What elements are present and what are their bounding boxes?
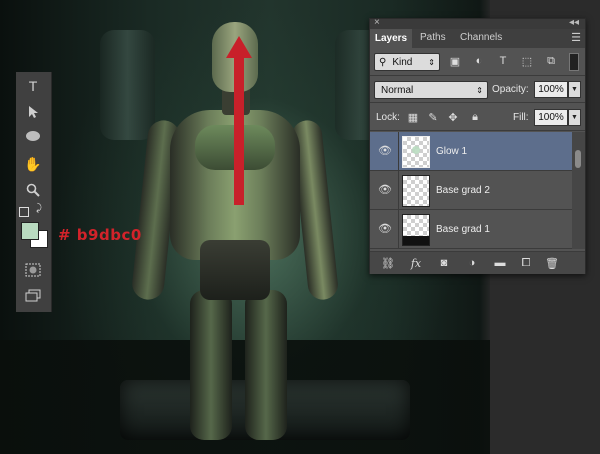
- lock-position-icon[interactable]: ✥: [446, 110, 460, 124]
- link-icon[interactable]: ⛓︎: [380, 256, 396, 270]
- lock-row: Lock: ▦ ✎ ✥ 🔒︎ Fill: 100% ▼: [370, 105, 585, 129]
- lock-image-icon[interactable]: ✎: [426, 110, 440, 124]
- tab-channels[interactable]: Channels: [460, 32, 502, 43]
- layer-thumbnail: [402, 214, 430, 246]
- layer-name[interactable]: Base grad 1: [436, 224, 490, 235]
- search-icon: ⚲: [379, 56, 387, 68]
- blend-mode-value: Normal: [381, 84, 414, 96]
- adjustment-filter-icon[interactable]: ◐: [472, 54, 486, 68]
- visibility-column: 👁︎: [370, 171, 399, 209]
- zoom-icon[interactable]: [22, 180, 44, 200]
- tab-paths[interactable]: Paths: [420, 32, 446, 43]
- chevron-updown-icon: ⇕: [428, 57, 435, 67]
- gradient-preview: [403, 236, 429, 245]
- layer-row-base-grad-1[interactable]: 👁︎ Base grad 1: [370, 210, 572, 249]
- opacity-input[interactable]: 100%: [534, 81, 568, 98]
- panel-title-bar[interactable]: × ◂◂: [370, 17, 585, 29]
- new-layer-icon[interactable]: ⧠: [518, 256, 534, 270]
- smart-object-filter-icon[interactable]: ⧉: [544, 54, 558, 68]
- type-icon[interactable]: T: [22, 76, 44, 96]
- filter-toggle-switch[interactable]: [569, 53, 579, 71]
- background-cylinder-left: [100, 30, 155, 140]
- glow-preview: [412, 146, 420, 154]
- layer-thumbnail: [402, 175, 430, 207]
- trash-icon[interactable]: 🗑︎: [544, 256, 560, 270]
- opacity-dropdown-arrow[interactable]: ▼: [568, 81, 581, 98]
- quick-mask-icon[interactable]: [22, 260, 44, 280]
- mask-icon[interactable]: ◙: [436, 256, 452, 270]
- fill-dropdown-arrow[interactable]: ▼: [568, 109, 581, 126]
- screen-mode-icon[interactable]: [22, 286, 44, 306]
- kind-label: Kind: [392, 56, 413, 68]
- layer-list: 👁︎ Glow 1 👁︎ Base grad 2 👁︎ Base grad 1: [370, 132, 572, 249]
- red-arrow-head: [226, 36, 252, 58]
- lock-all-icon[interactable]: 🔒︎: [468, 110, 482, 124]
- shape-filter-icon[interactable]: ⬚: [520, 54, 534, 68]
- scrollbar-thumb[interactable]: [575, 150, 581, 168]
- visibility-column: 👁︎: [370, 132, 399, 170]
- blend-mode-select[interactable]: Normal ⇕: [374, 81, 488, 99]
- layer-name[interactable]: Base grad 2: [436, 185, 490, 196]
- blend-row: Normal ⇕ Opacity: 100% ▼: [370, 77, 585, 101]
- layer-thumbnail: [402, 136, 430, 168]
- divider: [370, 75, 585, 76]
- panel-footer: ⛓︎ fx ◙ ◑ ▬ ⧠ 🗑︎: [370, 251, 585, 274]
- eye-icon[interactable]: 👁︎: [378, 183, 392, 196]
- tools-panel: T ✋ ⤸: [16, 72, 52, 312]
- opacity-label: Opacity:: [492, 84, 529, 95]
- fill-input[interactable]: 100%: [534, 109, 568, 126]
- robot-abdomen: [200, 240, 270, 300]
- type-filter-icon[interactable]: T: [496, 54, 510, 68]
- robot-leg-right: [245, 290, 287, 440]
- chevron-updown-icon: ⇕: [476, 85, 483, 95]
- layer-row-base-grad-2[interactable]: 👁︎ Base grad 2: [370, 171, 572, 210]
- hex-color-annotation: # b9dbc0: [58, 226, 142, 244]
- divider: [370, 130, 585, 131]
- folder-icon[interactable]: ▬: [492, 256, 508, 270]
- default-colors-icon[interactable]: [19, 207, 29, 217]
- panel-tabs: Layers Paths Channels ☰: [370, 29, 585, 48]
- lock-transparent-icon[interactable]: ▦: [406, 110, 420, 124]
- ellipse-icon[interactable]: [22, 126, 44, 146]
- fill-label: Fill:: [513, 112, 529, 123]
- fx-icon[interactable]: fx: [408, 256, 424, 270]
- visibility-column: 👁︎: [370, 210, 399, 248]
- layer-name[interactable]: Glow 1: [436, 146, 467, 157]
- panel-menu-icon[interactable]: ☰: [571, 31, 581, 44]
- swap-colors-icon[interactable]: ⤸: [36, 203, 42, 214]
- eye-icon[interactable]: 👁︎: [378, 222, 392, 235]
- layer-list-scrollbar[interactable]: [572, 132, 585, 249]
- eye-icon[interactable]: 👁︎: [378, 144, 392, 157]
- red-arrow-shaft: [234, 55, 244, 205]
- filter-kind-select[interactable]: ⚲ Kind ⇕: [374, 53, 440, 71]
- layer-row-glow-1[interactable]: 👁︎ Glow 1: [370, 132, 572, 171]
- close-icon[interactable]: ×: [374, 17, 380, 28]
- tab-layers[interactable]: Layers: [370, 29, 412, 48]
- collapse-icon[interactable]: ◂◂: [569, 17, 579, 28]
- lock-label: Lock:: [376, 112, 400, 123]
- adjustment-icon[interactable]: ◑: [464, 256, 480, 270]
- divider: [370, 102, 585, 103]
- foreground-color-swatch[interactable]: [21, 222, 39, 240]
- layers-panel: × ◂◂ Layers Paths Channels ☰ ⚲ Kind ⇕ ▣ …: [369, 17, 586, 274]
- hand-icon[interactable]: ✋: [22, 154, 44, 174]
- robot-leg-left: [190, 290, 232, 440]
- path-selection-icon[interactable]: [22, 102, 44, 122]
- image-filter-icon[interactable]: ▣: [448, 54, 462, 68]
- layer-filter-row: ⚲ Kind ⇕ ▣ ◐ T ⬚ ⧉: [370, 49, 585, 75]
